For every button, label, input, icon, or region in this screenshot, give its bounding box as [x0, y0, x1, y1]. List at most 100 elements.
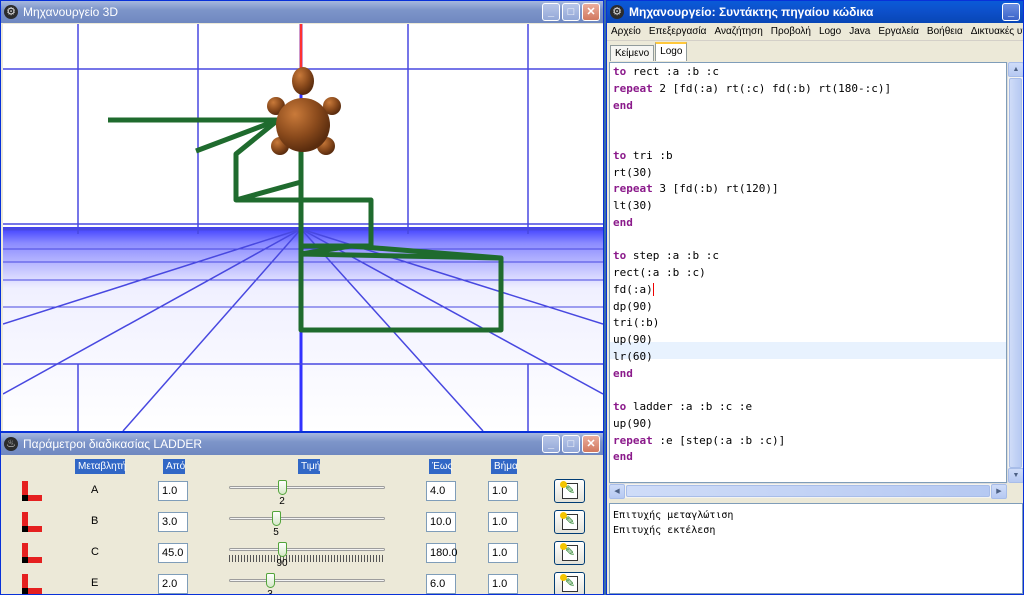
vertical-scrollbar[interactable]: ▲ ▼ — [1007, 62, 1023, 483]
run-procedure-button[interactable] — [554, 572, 585, 594]
code-editor[interactable]: to rect :a :b :c repeat 2 [fd(:a) rt(:c) … — [609, 62, 1007, 483]
java-icon: ♨ — [4, 437, 18, 451]
param-value-slider[interactable]: 90 — [227, 541, 387, 569]
scroll-right-button[interactable]: ▶ — [991, 484, 1007, 499]
run-procedure-button[interactable] — [554, 479, 585, 503]
code-line: repeat 2 [fd(:a) rt(:c) fd(:b) rt(180-:c… — [613, 81, 892, 95]
scroll-thumb[interactable] — [626, 485, 990, 497]
run-procedure-button[interactable] — [554, 541, 585, 565]
window-3d: ⚙ Μηχανουργείο 3D _ □ ✕ — [0, 0, 604, 432]
menu-item[interactable]: Αρχείο — [607, 26, 645, 37]
param-value: 3 — [267, 589, 273, 595]
scroll-up-button[interactable]: ▲ — [1008, 62, 1023, 77]
param-row: A 1.0 2 4.0 1.0 — [3, 477, 601, 507]
param-value-slider[interactable]: 5 — [227, 510, 387, 538]
code-line: up(90) — [613, 416, 653, 430]
scroll-thumb[interactable] — [1009, 78, 1022, 468]
maximize-button[interactable]: □ — [562, 435, 580, 453]
tab-text[interactable]: Κείμενο — [610, 45, 655, 61]
code-line: to rect :a :b :c — [613, 65, 719, 78]
code-line: lr(60) — [613, 349, 653, 363]
param-to-input[interactable]: 10.0 — [426, 512, 456, 532]
menu-item[interactable]: Java — [845, 26, 874, 37]
horizontal-scrollbar[interactable]: ◀ ▶ — [609, 483, 1007, 499]
param-step-input[interactable]: 1.0 — [488, 481, 518, 501]
scroll-left-button[interactable]: ◀ — [609, 484, 625, 499]
tab-logo[interactable]: Logo — [655, 42, 688, 61]
code-text: to rect :a :b :c repeat 2 [fd(:a) rt(:c) … — [613, 64, 891, 466]
scene-3d-viewport[interactable] — [3, 24, 603, 431]
close-button[interactable]: ✕ — [582, 435, 600, 453]
param-value-slider[interactable]: 3 — [227, 572, 387, 595]
header-value: Τιμή — [298, 459, 320, 474]
param-value: 2 — [279, 496, 285, 507]
code-line: dp(90) — [613, 299, 653, 313]
param-to-input[interactable]: 4.0 — [426, 481, 456, 501]
run-icon — [560, 512, 578, 530]
param-step-input[interactable]: 1.0 — [488, 543, 518, 563]
menu-item[interactable]: Επεξεργασία — [645, 26, 711, 37]
param-from-input[interactable]: 1.0 — [158, 481, 188, 501]
menu-item[interactable]: Δικτυακές υπηρεσίες — [967, 26, 1023, 37]
code-line: to tri :b — [613, 148, 673, 162]
menu-item[interactable]: Logo — [815, 26, 845, 37]
logo-variable-icon — [20, 543, 42, 565]
logo-variable-icon — [20, 481, 42, 503]
menu-item[interactable]: Βοήθεια — [923, 26, 967, 37]
header-step: Βήμα — [491, 459, 518, 474]
code-line: fd(:a) — [613, 282, 654, 297]
minimize-button[interactable]: _ — [542, 3, 560, 21]
close-button[interactable]: ✕ — [582, 3, 600, 21]
param-value-slider[interactable]: 2 — [227, 479, 387, 507]
run-icon — [560, 481, 578, 499]
header-variable: Μεταβλητή — [75, 459, 126, 474]
param-row: E 2.0 3 6.0 1.0 — [3, 570, 601, 595]
code-line: to step :a :b :c — [613, 249, 719, 263]
logo-variable-icon — [20, 574, 42, 594]
logo-variable-icon — [20, 512, 42, 534]
param-to-input[interactable]: 180.0 — [426, 543, 458, 563]
param-row: B 3.0 5 10.0 1.0 — [3, 508, 601, 538]
param-step-input[interactable]: 1.0 — [488, 574, 518, 594]
code-line: tri(:b) — [613, 316, 660, 330]
minimize-button[interactable]: _ — [542, 435, 560, 453]
menu-item[interactable]: Προβολή — [767, 26, 815, 37]
param-from-input[interactable]: 3.0 — [158, 512, 188, 532]
code-line: lt(30) — [613, 199, 653, 212]
window-editor: ⚙ Μηχανουργείο: Συντάκτης πηγαίου κώδικα… — [606, 0, 1024, 595]
code-line: repeat 3 [fd(:b) rt(120)] — [613, 182, 779, 196]
code-line: end — [613, 215, 633, 229]
scroll-down-button[interactable]: ▼ — [1008, 468, 1023, 483]
header-from: Από — [163, 459, 185, 474]
maximize-button[interactable]: □ — [562, 3, 580, 21]
titlebar-3d[interactable]: ⚙ Μηχανουργείο 3D _ □ ✕ — [1, 1, 603, 23]
param-name: E — [91, 577, 99, 589]
slider-thumb[interactable] — [266, 573, 275, 588]
param-step-input[interactable]: 1.0 — [488, 512, 518, 532]
params-table: Μεταβλητή Από Τιμή Έως Βήμα A1.024.01.0B… — [3, 456, 601, 594]
code-line: rect(:a :b :c) — [613, 266, 706, 279]
param-name: B — [91, 515, 99, 527]
param-to-input[interactable]: 6.0 — [426, 574, 456, 594]
param-from-input[interactable]: 45.0 — [158, 543, 188, 563]
window-title-3d: Μηχανουργείο 3D — [23, 5, 119, 19]
console-line: Επιτυχής εκτέλεση — [613, 525, 716, 536]
menu-item[interactable]: Εργαλεία — [874, 26, 923, 37]
gear-icon: ⚙ — [4, 5, 18, 19]
param-from-input[interactable]: 2.0 — [158, 574, 188, 594]
window-title-params: Παράμετροι διαδικασίας LADDER — [23, 437, 203, 451]
titlebar-editor[interactable]: ⚙ Μηχανουργείο: Συντάκτης πηγαίου κώδικα… — [607, 1, 1023, 23]
menu-item[interactable]: Αναζήτηση — [710, 26, 766, 37]
run-icon — [560, 543, 578, 561]
titlebar-params[interactable]: ♨ Παράμετροι διαδικασίας LADDER _ □ ✕ — [1, 433, 603, 455]
minimize-button[interactable]: _ — [1002, 3, 1020, 21]
slider-thumb[interactable] — [278, 542, 287, 557]
header-to: Έως — [429, 459, 452, 474]
run-procedure-button[interactable] — [554, 510, 585, 534]
slider-thumb[interactable] — [272, 511, 281, 526]
param-name: C — [91, 546, 99, 558]
gear-icon: ⚙ — [610, 5, 624, 19]
slider-thumb[interactable] — [278, 480, 287, 495]
